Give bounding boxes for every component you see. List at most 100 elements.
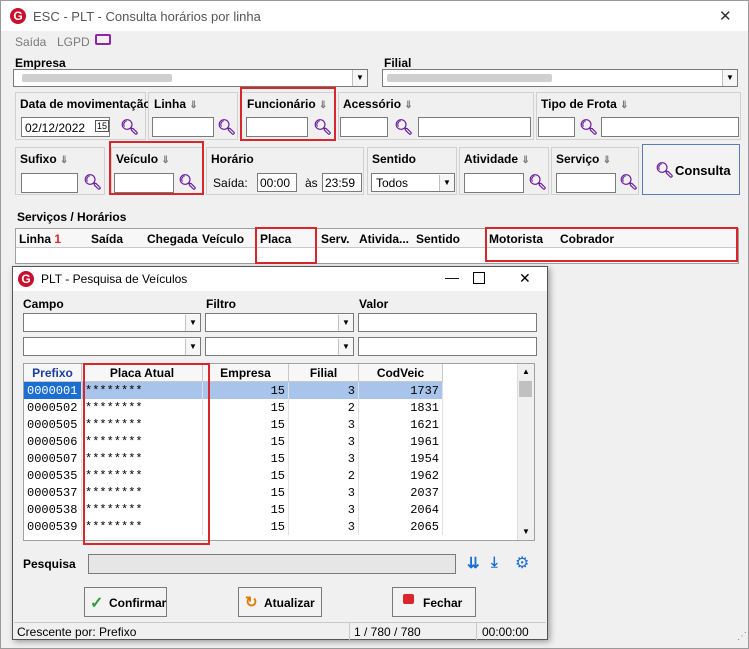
- cell-empresa[interactable]: 15: [202, 433, 289, 450]
- cell-prefixo[interactable]: 0000538: [24, 501, 82, 518]
- chevron-down-icon[interactable]: ▼: [185, 339, 200, 355]
- atualizar-button[interactable]: ↻ Atualizar: [238, 587, 322, 617]
- cell-empresa[interactable]: 15: [202, 381, 289, 399]
- filial-select[interactable]: ▼: [382, 69, 738, 87]
- cell-codveic[interactable]: 2065: [358, 518, 443, 535]
- cell-filial[interactable]: 3: [288, 484, 359, 501]
- minimize-icon[interactable]: —: [445, 269, 459, 285]
- pesquisa-input[interactable]: [88, 554, 456, 574]
- menu-saida[interactable]: Saída: [15, 35, 46, 49]
- cell-prefixo[interactable]: 0000537: [24, 484, 82, 501]
- scroll-down-icon[interactable]: ▼: [522, 527, 530, 536]
- cell-empresa[interactable]: 15: [202, 467, 289, 484]
- cell-empresa[interactable]: 15: [202, 450, 289, 467]
- campo-select-1[interactable]: ▼: [23, 313, 201, 332]
- cell-codveic[interactable]: 1831: [358, 399, 443, 416]
- col-filial[interactable]: Filial: [288, 364, 359, 382]
- cell-prefixo[interactable]: 0000001: [24, 381, 82, 399]
- search-icon[interactable]: 🔍︎: [217, 118, 236, 136]
- scroll-thumb[interactable]: [519, 381, 532, 397]
- cell-prefixo[interactable]: 0000502: [24, 399, 82, 416]
- search-icon[interactable]: 🔍︎: [579, 118, 598, 136]
- cell-prefixo[interactable]: 0000507: [24, 450, 82, 467]
- col-veiculo[interactable]: Veículo: [202, 232, 244, 246]
- search-icon[interactable]: 🔍︎: [619, 173, 638, 191]
- confirmar-button[interactable]: ✓ Confirmar: [84, 587, 167, 617]
- col-codveic[interactable]: CodVeic: [358, 364, 443, 382]
- search-icon[interactable]: 🔍︎: [394, 118, 413, 136]
- valor-input-1[interactable]: [358, 313, 537, 332]
- sufixo-input[interactable]: [21, 173, 78, 193]
- col-chegada[interactable]: Chegada: [147, 232, 198, 246]
- acessorio-desc-input[interactable]: [418, 117, 531, 137]
- atividade-input[interactable]: [464, 173, 524, 193]
- vertical-scrollbar[interactable]: ▲ ▼: [517, 364, 534, 540]
- search-icon[interactable]: 🔍︎: [120, 118, 139, 136]
- cell-codveic[interactable]: 1961: [358, 433, 443, 450]
- chevron-down-icon[interactable]: ▼: [722, 70, 737, 86]
- cell-codveic[interactable]: 1954: [358, 450, 443, 467]
- col-prefixo[interactable]: Prefixo: [24, 364, 82, 382]
- valor-input-2[interactable]: [358, 337, 537, 356]
- cell-filial[interactable]: 3: [288, 501, 359, 518]
- expand-all-icon[interactable]: ⇊: [467, 554, 480, 572]
- col-empresa[interactable]: Empresa: [202, 364, 289, 382]
- cell-prefixo[interactable]: 0000505: [24, 416, 82, 433]
- linha-input[interactable]: [152, 117, 214, 137]
- menu-lgpd[interactable]: LGPD: [57, 35, 90, 49]
- gear-icon[interactable]: ⚙: [515, 553, 529, 573]
- close-icon[interactable]: ✕: [519, 270, 531, 287]
- as-time-input[interactable]: 23:59: [322, 173, 362, 192]
- col-atividade[interactable]: Ativida...: [359, 232, 409, 246]
- scroll-up-icon[interactable]: ▲: [522, 367, 530, 376]
- acessorio-code-input[interactable]: [340, 117, 388, 137]
- col-sentido[interactable]: Sentido: [416, 232, 460, 246]
- tipo-frota-code-input[interactable]: [538, 117, 575, 137]
- cell-empresa[interactable]: 15: [202, 518, 289, 535]
- search-icon[interactable]: 🔍︎: [528, 173, 547, 191]
- cell-prefixo[interactable]: 0000506: [24, 433, 82, 450]
- chevron-down-icon[interactable]: ▼: [338, 315, 353, 331]
- cell-prefixo[interactable]: 0000535: [24, 467, 82, 484]
- chevron-down-icon[interactable]: ▼: [352, 70, 367, 86]
- chevron-down-icon[interactable]: ▼: [439, 175, 454, 191]
- cell-filial[interactable]: 3: [288, 416, 359, 433]
- cell-filial[interactable]: 2: [288, 467, 359, 484]
- filtro-select-1[interactable]: ▼: [205, 313, 354, 332]
- cell-empresa[interactable]: 15: [202, 416, 289, 433]
- resize-grip-icon[interactable]: ⋰: [737, 631, 747, 642]
- search-icon[interactable]: 🔍︎: [83, 173, 102, 191]
- calendar-icon[interactable]: 15: [95, 120, 110, 132]
- sentido-select[interactable]: Todos ▼: [371, 173, 455, 192]
- chevron-down-icon[interactable]: ▼: [338, 339, 353, 355]
- cell-codveic[interactable]: 1962: [358, 467, 443, 484]
- servico-input[interactable]: [556, 173, 616, 193]
- chevron-down-icon[interactable]: ▼: [185, 315, 200, 331]
- collapse-down-icon[interactable]: ⤓: [491, 554, 498, 571]
- close-icon[interactable]: ✕: [719, 7, 732, 25]
- fechar-button[interactable]: Fechar: [392, 587, 476, 617]
- cell-empresa[interactable]: 15: [202, 484, 289, 501]
- cell-filial[interactable]: 3: [288, 433, 359, 450]
- cell-codveic[interactable]: 1737: [358, 381, 443, 399]
- cell-filial[interactable]: 3: [288, 381, 359, 399]
- cell-codveic[interactable]: 2037: [358, 484, 443, 501]
- col-linha[interactable]: Linha 1: [19, 232, 61, 246]
- filtro-select-2[interactable]: ▼: [205, 337, 354, 356]
- campo-select-2[interactable]: ▼: [23, 337, 201, 356]
- cell-filial[interactable]: 3: [288, 450, 359, 467]
- data-input[interactable]: 02/12/2022 15: [21, 117, 110, 137]
- cell-codveic[interactable]: 1621: [358, 416, 443, 433]
- monitor-icon[interactable]: [95, 34, 111, 45]
- cell-empresa[interactable]: 15: [202, 501, 289, 518]
- cell-filial[interactable]: 2: [288, 399, 359, 416]
- col-serv[interactable]: Serv.: [321, 232, 349, 246]
- cell-codveic[interactable]: 2064: [358, 501, 443, 518]
- maximize-icon[interactable]: [473, 272, 485, 284]
- cell-filial[interactable]: 3: [288, 518, 359, 535]
- saida-time-input[interactable]: 00:00: [257, 173, 297, 192]
- col-saida[interactable]: Saída: [91, 232, 123, 246]
- cell-empresa[interactable]: 15: [202, 399, 289, 416]
- tipo-frota-desc-input[interactable]: [601, 117, 739, 137]
- cell-prefixo[interactable]: 0000539: [24, 518, 82, 535]
